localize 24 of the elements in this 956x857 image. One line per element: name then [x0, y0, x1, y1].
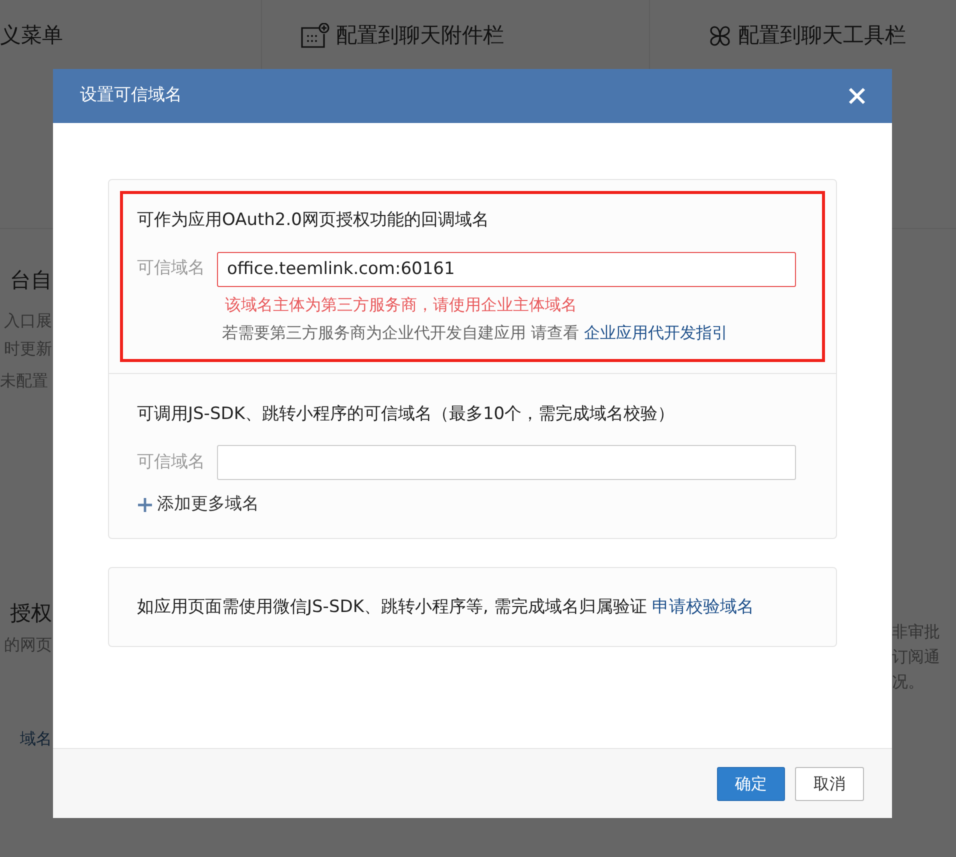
field-label: 可信域名: [137, 450, 205, 474]
four-petal-icon: [708, 24, 732, 48]
verify-link[interactable]: 申请校验域名: [652, 596, 754, 617]
section-heading: 可作为应用OAuth2.0网页授权功能的回调域名: [137, 209, 490, 232]
hint-text: 若需要第三方服务商为企业代开发自建应用 请查看 企业应用代开发指引: [222, 322, 730, 344]
confirm-button[interactable]: 确定: [717, 766, 785, 800]
plus-icon: [137, 496, 153, 513]
cancel-button[interactable]: 取消: [795, 766, 864, 800]
attachment-grid-icon: [300, 22, 330, 49]
error-text: 该域名主体为第三方服务商，请使用企业主体域名: [225, 294, 578, 316]
card-title: 配置到聊天附件栏: [336, 22, 504, 49]
domain-input-field[interactable]: office.teemlink.com:60161: [217, 252, 796, 286]
add-domain-link[interactable]: 添加更多域名: [137, 492, 259, 518]
card-title: 义菜单: [0, 22, 63, 49]
domain-input-field[interactable]: [217, 445, 796, 480]
dialog-title: 设置可信域名: [80, 84, 182, 108]
close-icon[interactable]: [848, 87, 866, 105]
verify-note: 如应用页面需使用微信JS-SDK、跳转小程序等, 需完成域名归属验证 申请校验域名: [108, 566, 837, 647]
guide-link[interactable]: 企业应用代开发指引: [584, 322, 728, 342]
card-title: 配置到聊天工具栏: [738, 22, 906, 49]
field-label: 可信域名: [137, 257, 205, 280]
section-title: 授权: [10, 600, 52, 626]
section-title: 台自: [10, 267, 52, 294]
section-heading: 可调用JS-SDK、跳转小程序的可信域名（最多10个，需完成域名校验）: [137, 402, 676, 426]
